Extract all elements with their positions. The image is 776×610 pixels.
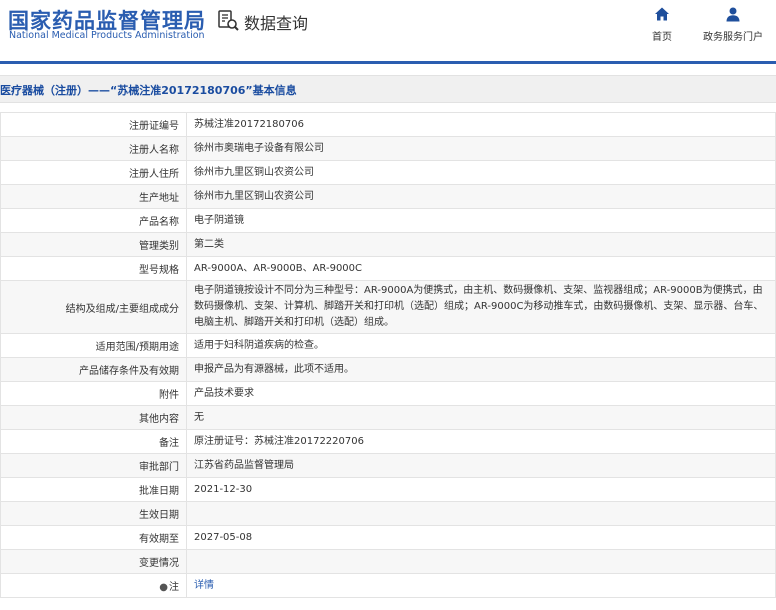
table-row: 型号规格 AR-9000A、AR-9000B、AR-9000C — [0, 256, 776, 281]
field-value — [186, 549, 776, 574]
nav-service-label: 政务服务门户 — [703, 32, 763, 43]
field-value: 原注册证号：苏械注准20172220706 — [186, 429, 776, 454]
table-row: 审批部门 江苏省药品监督管理局 — [0, 453, 776, 478]
table-row: 变更情况 — [0, 549, 776, 574]
field-label: 变更情况 — [0, 549, 187, 574]
field-value: 徐州市九里区铜山农资公司 — [186, 184, 776, 209]
field-label: 生效日期 — [0, 501, 187, 526]
table-row: 注册人住所 徐州市九里区铜山农资公司 — [0, 160, 776, 185]
table-row: 适用范围/预期用途 适用于妇科阴道疾病的检查。 — [0, 333, 776, 358]
nav-home-label: 首页 — [652, 32, 672, 43]
table-row: 注册人名称 徐州市奥瑞电子设备有限公司 — [0, 136, 776, 161]
site-header: 国家药品监督管理局 National Medical Products Admi… — [0, 0, 776, 52]
field-label: 注册证编号 — [0, 112, 187, 137]
field-label: 注册人名称 — [0, 136, 187, 161]
table-row: 附件 产品技术要求 — [0, 381, 776, 406]
table-row: 生产地址 徐州市九里区铜山农资公司 — [0, 184, 776, 209]
table-row: 有效期至 2027-05-08 — [0, 525, 776, 550]
record-detail-table: 注册证编号 苏械注准20172180706 注册人名称 徐州市奥瑞电子设备有限公司 注册… — [0, 112, 776, 598]
table-row: 管理类别 第二类 — [0, 232, 776, 257]
table-row: 生效日期 — [0, 501, 776, 526]
site-logo-subtitle: National Medical Products Administration — [9, 30, 205, 41]
user-icon — [726, 7, 740, 22]
home-icon — [655, 7, 669, 21]
table-row: 备注 原注册证号：苏械注准20172220706 — [0, 429, 776, 454]
table-row: 结构及组成/主要组成成分 电子阴道镜按设计不同分为三种型号：AR-9000A为便携… — [0, 280, 776, 334]
pin-icon: ● — [159, 582, 168, 593]
note-label: 注 — [169, 582, 179, 593]
field-value: 2021-12-30 — [186, 477, 776, 502]
data-query-icon — [217, 9, 239, 35]
table-row: 批准日期 2021-12-30 — [0, 477, 776, 502]
detail-link[interactable]: 详情 — [194, 580, 214, 591]
field-value: 无 — [186, 405, 776, 430]
field-value: 江苏省药品监督管理局 — [186, 453, 776, 478]
record-title-bar: 医疗器械（注册）——“苏械注准20172180706”基本信息 — [0, 75, 776, 103]
field-label: 备注 — [0, 429, 187, 454]
field-label: 生产地址 — [0, 184, 187, 209]
field-label: 产品储存条件及有效期 — [0, 357, 187, 382]
field-value: 徐州市奥瑞电子设备有限公司 — [186, 136, 776, 161]
field-label: 管理类别 — [0, 232, 187, 257]
record-title: 医疗器械（注册）——“苏械注准20172180706”基本信息 — [0, 84, 297, 97]
note-label-cell: ●注 — [0, 573, 187, 598]
field-value: 产品技术要求 — [186, 381, 776, 406]
table-row: 产品储存条件及有效期 申报产品为有源器械，此项不适用。 — [0, 357, 776, 382]
data-query-link[interactable]: 数据查询 — [217, 9, 309, 35]
field-value: 电子阴道镜 — [186, 208, 776, 233]
field-value: 适用于妇科阴道疾病的检查。 — [186, 333, 776, 358]
table-row: 其他内容无 — [0, 405, 776, 430]
field-value: 第二类 — [186, 232, 776, 257]
note-value-cell: 详情 — [186, 573, 776, 598]
field-label: 审批部门 — [0, 453, 187, 478]
field-value — [186, 501, 776, 526]
field-label: 注册人住所 — [0, 160, 187, 185]
table-row: 注册证编号 苏械注准20172180706 — [0, 112, 776, 137]
field-label: 结构及组成/主要组成成分 — [0, 280, 187, 334]
nav-service-portal[interactable]: 政务服务门户 — [700, 6, 766, 43]
data-query-label: 数据查询 — [244, 14, 309, 33]
field-label: 适用范围/预期用途 — [0, 333, 187, 358]
field-value: 徐州市九里区铜山农资公司 — [186, 160, 776, 185]
field-value: 电子阴道镜按设计不同分为三种型号：AR-9000A为便携式，由主机、数码摄像机、… — [186, 280, 776, 334]
field-label: 附件 — [0, 381, 187, 406]
table-row: 产品名称 电子阴道镜 — [0, 208, 776, 233]
table-row-note: ●注 详情 — [0, 573, 776, 598]
field-value: 2027-05-08 — [186, 525, 776, 550]
nav-home[interactable]: 首页 — [645, 6, 679, 43]
field-value: 苏械注准20172180706 — [186, 112, 776, 137]
field-label: 其他内容 — [0, 405, 187, 430]
field-label: 产品名称 — [0, 208, 187, 233]
field-label: 有效期至 — [0, 525, 187, 550]
field-label: 批准日期 — [0, 477, 187, 502]
brand-divider — [0, 61, 776, 64]
field-value: 申报产品为有源器械，此项不适用。 — [186, 357, 776, 382]
field-label: 型号规格 — [0, 256, 187, 281]
field-value: AR-9000A、AR-9000B、AR-9000C — [186, 256, 776, 281]
